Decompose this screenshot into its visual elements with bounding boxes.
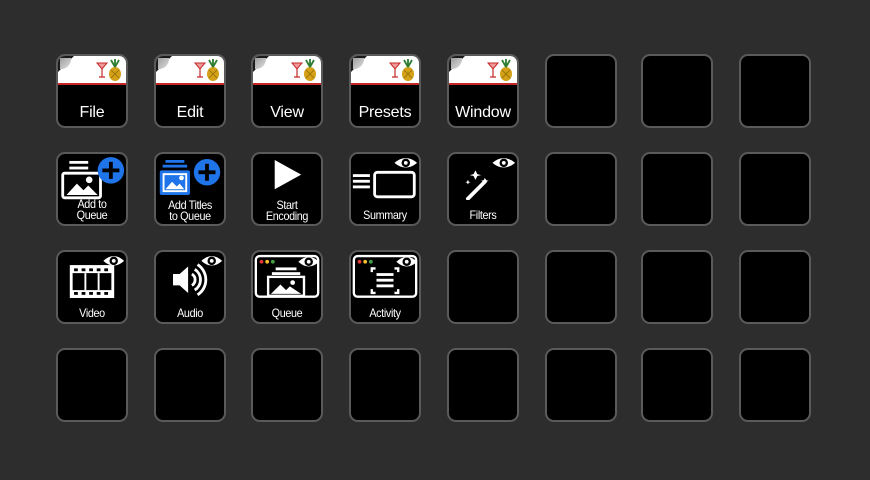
add-titles-to-queue-key[interactable]: Add Titles to Queue [154,152,226,226]
empty-key[interactable] [545,348,617,422]
images-plus-icon [159,159,221,195]
key-label: Start Encoding [265,198,309,223]
file-menu-key[interactable]: File [56,54,128,128]
filters-key[interactable]: Filters [447,152,519,226]
queue-window-icon [254,254,320,298]
edit-menu-key[interactable]: Edit [154,54,226,128]
handbrake-logo-icon [486,59,512,81]
empty-key[interactable] [251,348,323,422]
empty-key[interactable] [56,348,128,422]
magic-wand-icon [465,158,516,200]
empty-key[interactable] [545,54,617,128]
add-to-queue-key[interactable]: Add to Queue [56,152,128,226]
key-label: Activity [369,306,401,320]
activity-window-icon [352,254,418,298]
empty-key[interactable] [641,348,713,422]
menu-label: Presets [358,104,412,121]
key-label: Add to Queue [76,197,108,222]
key-label: Queue [271,306,303,320]
empty-key[interactable] [739,348,811,422]
menu-label: Window [455,104,511,121]
empty-key[interactable] [545,152,617,226]
empty-key[interactable] [739,250,811,324]
empty-key[interactable] [739,54,811,128]
key-label: Add Titles to Queue [168,198,212,223]
empty-key[interactable] [641,152,713,226]
start-encoding-key[interactable]: Start Encoding [251,152,323,226]
menu-label: Edit [176,104,204,121]
menu-label: File [79,104,105,121]
handbrake-logo-icon [290,59,316,81]
activity-key[interactable]: Activity [349,250,421,324]
audio-key[interactable]: Audio [154,250,226,324]
presets-menu-key[interactable]: Presets [349,54,421,128]
video-key[interactable]: Video [56,250,128,324]
empty-key[interactable] [545,250,617,324]
key-label: Summary [363,208,407,222]
empty-key[interactable] [447,348,519,422]
film-eye-icon [69,256,125,298]
menu-label: View [270,104,304,121]
summary-key[interactable]: Summary [349,152,421,226]
window-menu-key[interactable]: Window [447,54,519,128]
handbrake-logo-icon [388,59,414,81]
empty-key[interactable] [739,152,811,226]
empty-key[interactable] [641,54,713,128]
handbrake-logo-icon [95,59,121,81]
empty-key[interactable] [641,250,713,324]
view-menu-key[interactable]: View [251,54,323,128]
key-label: Video [79,306,105,320]
empty-key[interactable] [447,250,519,324]
empty-key[interactable] [154,348,226,422]
handbrake-logo-icon [193,59,219,81]
stream-deck-grid: File Edit View Presets Window Add to Que… [0,0,870,480]
speaker-eye-icon [173,256,223,297]
image-plus-icon [61,157,125,200]
play-icon [274,160,302,190]
queue-key[interactable]: Queue [251,250,323,324]
key-label: Audio [177,306,203,320]
key-label: Filters [469,208,497,222]
empty-key[interactable] [349,348,421,422]
summary-eye-icon [352,158,418,199]
